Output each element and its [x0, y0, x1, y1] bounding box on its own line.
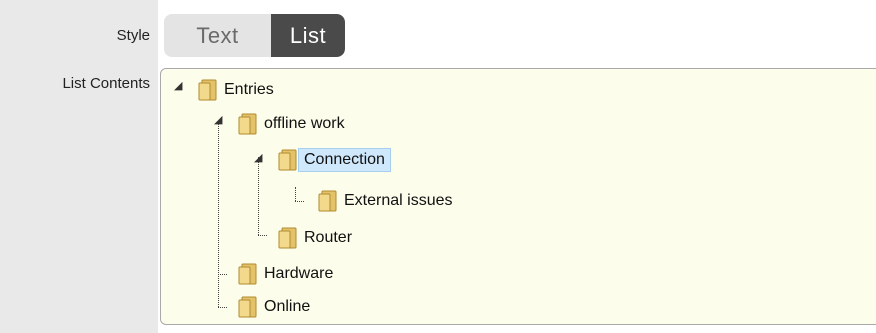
expand-arrow-icon[interactable]: ◢ [214, 113, 222, 126]
list-contents-label: List Contents [62, 75, 150, 92]
tree-node-label: Online [264, 298, 311, 315]
tree-node-label: Hardware [264, 265, 334, 282]
tree-node-connection[interactable]: Connection [278, 147, 391, 173]
tree-connector [218, 307, 227, 308]
tree-connector [295, 187, 296, 201]
expand-arrow-icon[interactable]: ◢ [254, 151, 262, 164]
folder-icon [278, 149, 297, 171]
label-column: Style List Contents [0, 0, 158, 333]
tree-node-label: Router [304, 229, 353, 246]
style-option-text[interactable]: Text [164, 14, 271, 57]
tree-node-label: Connection [298, 148, 391, 172]
tree-node-hardware[interactable]: Hardware [238, 261, 333, 287]
list-contents-tree: ◢ Entries ◢ offline work ◢ Connection Ex… [160, 68, 876, 325]
tree-node-offline-work[interactable]: offline work [238, 111, 345, 137]
folder-icon [238, 263, 257, 285]
folder-icon [238, 296, 257, 318]
tree-connector [295, 201, 304, 202]
tree-node-router[interactable]: Router [278, 225, 352, 251]
tree-node-label: Entries [224, 81, 274, 98]
style-toggle: Text List [164, 14, 345, 57]
tree-node-entries[interactable]: Entries [198, 77, 274, 103]
style-option-list[interactable]: List [271, 14, 345, 57]
tree-connector [218, 121, 219, 307]
expand-arrow-icon[interactable]: ◢ [174, 79, 182, 92]
tree-node-label: offline work [264, 115, 345, 132]
style-label: Style [116, 27, 150, 44]
tree-node-online[interactable]: Online [238, 294, 310, 320]
tree-connector [218, 274, 227, 275]
tree-connector [258, 235, 267, 236]
folder-icon [238, 113, 257, 135]
folder-icon [278, 227, 297, 249]
tree-node-label: External issues [344, 192, 453, 209]
folder-icon [198, 79, 217, 101]
tree-connector [258, 157, 259, 235]
folder-icon [318, 190, 337, 212]
tree-node-external-issues[interactable]: External issues [318, 188, 453, 214]
